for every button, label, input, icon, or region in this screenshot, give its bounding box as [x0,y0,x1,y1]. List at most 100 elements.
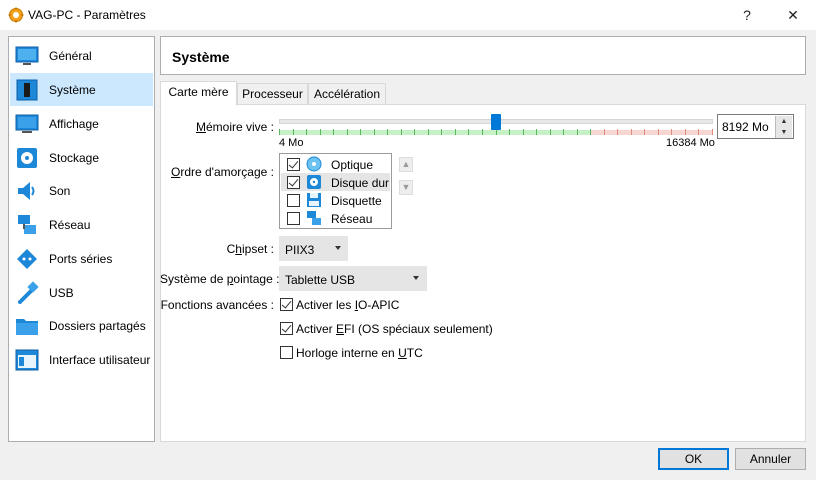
boot-order-list[interactable]: Optique Disque dur Disquette Réseau [279,153,392,229]
sidebar-item-network[interactable]: Réseau [10,208,153,241]
slider-tick [360,129,361,135]
network-icon [18,215,36,234]
memory-slider-handle[interactable] [490,114,501,130]
help-button[interactable]: ? [732,4,762,26]
chipset-label: Chipset : [226,242,274,256]
tab-processor[interactable]: Processeur [237,83,308,105]
slider-tick [550,129,551,135]
pointing-value: Tablette USB [285,273,356,287]
slider-tick [374,129,375,135]
chevron-down-icon [335,246,341,250]
boot-item-network[interactable]: Réseau [281,209,390,227]
slider-tick [387,129,388,135]
slider-tick [333,129,334,135]
efi-checkbox[interactable] [280,322,293,335]
chevron-down-icon [413,276,419,280]
boot-item-floppy[interactable]: Disquette [281,191,390,209]
sidebar-item-serial-ports[interactable]: Ports séries [10,242,153,275]
storage-icon [17,148,37,168]
efi-label[interactable]: Activer EFI (OS spéciaux seulement) [296,322,493,336]
slider-tick [482,129,483,135]
optical-disc-icon [306,156,322,172]
display-icon [15,114,39,133]
ok-button[interactable]: OK [658,448,729,470]
pointing-select[interactable]: Tablette USB [279,266,427,291]
slider-tick [698,129,699,135]
boot-item-hard-disk[interactable]: Disque dur [281,173,390,191]
slider-tick [279,129,280,135]
sidebar-item-label: Stockage [49,151,100,165]
general-icon [15,46,39,65]
move-down-icon[interactable]: ▼ [399,180,413,195]
boot-floppy-checkbox[interactable] [287,194,300,207]
page-title: Système [172,49,230,65]
memory-value[interactable]: 8192 Mo [722,120,769,134]
slider-tick [685,129,686,135]
slider-tick [401,129,402,135]
sidebar-item-label: Système [49,83,96,97]
floppy-icon [307,193,321,207]
sidebar-item-audio[interactable]: Son [10,174,153,207]
tab-motherboard[interactable]: Carte mère [160,81,237,106]
shared-folders-icon [16,319,38,335]
sidebar-item-system[interactable]: Système [10,73,153,106]
move-up-icon[interactable]: ▲ [399,157,413,172]
slider-tick [441,129,442,135]
boot-item-label: Disquette [331,194,382,208]
cancel-button[interactable]: Annuler [735,448,806,470]
sidebar-item-general[interactable]: Général [10,39,153,72]
audio-icon [18,182,35,200]
boot-order-label: Ordre d'amorçage : [170,165,274,179]
virtualbox-gear-icon [8,7,24,23]
slider-tick [671,129,672,135]
usb-icon [18,281,39,304]
slider-tick [590,129,591,135]
memory-min-label: 4 Mo [279,137,304,149]
sidebar-item-label: Ports séries [49,252,113,266]
slider-tick [563,129,564,135]
slider-tick [631,129,632,135]
utc-clock-checkbox[interactable] [280,346,293,359]
slider-ticks [279,129,713,136]
sidebar-item-storage[interactable]: Stockage [10,141,153,174]
sidebar-item-label: Interface utilisateur [49,353,151,367]
chipset-select[interactable]: PIIX3 [279,236,348,261]
slider-tick [509,129,510,135]
slider-tick [455,129,456,135]
slider-tick [644,129,645,135]
ioapic-label[interactable]: Activer les IO-APIC [296,298,399,312]
sidebar-item-display[interactable]: Affichage [10,107,153,140]
slider-tick [536,129,537,135]
spin-down-icon[interactable]: ▼ [775,127,792,138]
slider-tick [468,129,469,135]
pointing-label: Système de pointage : [160,272,280,286]
sidebar-item-label: Général [49,49,92,63]
sidebar-item-label: Son [49,184,71,198]
serial-ports-icon [17,249,37,269]
chipset-value: PIIX3 [285,243,315,257]
sidebar-item-user-interface[interactable]: Interface utilisateur [10,343,153,376]
ioapic-checkbox[interactable] [280,298,293,311]
boot-item-optical[interactable]: Optique [281,155,390,173]
boot-hard-disk-checkbox[interactable] [287,176,300,189]
boot-optical-checkbox[interactable] [287,158,300,171]
settings-sidebar: Général Système Affichage Stockage Son R… [8,36,155,442]
slider-tick [320,129,321,135]
sidebar-item-label: Dossiers partagés [49,319,146,333]
tab-acceleration[interactable]: Accélération [308,83,386,105]
slider-tick [712,129,713,135]
slider-tick [306,129,307,135]
slider-tick [604,129,605,135]
boot-network-checkbox[interactable] [287,212,300,225]
utc-clock-label[interactable]: Horloge interne en UTC [296,346,423,360]
memory-spinbox[interactable]: 8192 Mo ▲ ▼ [717,114,794,139]
window-title: VAG-PC - Paramètres [28,8,146,22]
spin-up-icon[interactable]: ▲ [775,116,792,127]
sidebar-item-usb[interactable]: USB [10,276,153,309]
slider-tick [523,129,524,135]
close-button[interactable]: ✕ [778,4,808,26]
slider-tick [347,129,348,135]
user-interface-icon [15,349,39,371]
sidebar-item-shared-folders[interactable]: Dossiers partagés [10,309,153,342]
slider-tick [414,129,415,135]
